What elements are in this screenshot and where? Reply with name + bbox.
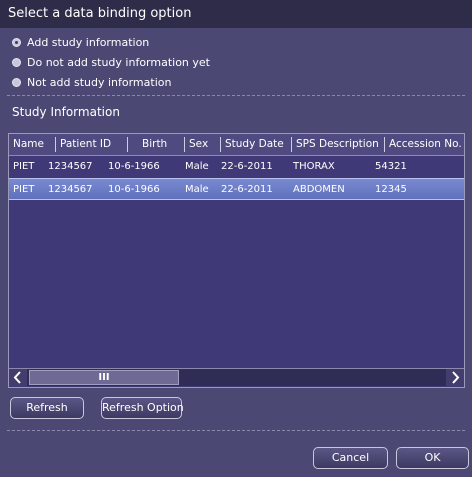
cell-birth: 10-6-1966 bbox=[108, 161, 160, 172]
study-table: Name Patient ID Birth Sex Study Date SPS… bbox=[8, 133, 465, 388]
column-header-accession-no[interactable]: Accession No. bbox=[385, 134, 464, 155]
cell-accession-no: 54321 bbox=[375, 161, 407, 172]
scrollbar-thumb[interactable]: III bbox=[29, 370, 179, 385]
cell-sex: Male bbox=[185, 161, 209, 172]
cell-sps-description: THORAX bbox=[293, 161, 335, 172]
horizontal-scrollbar[interactable]: III bbox=[9, 368, 464, 386]
separator bbox=[7, 95, 465, 96]
radio-button[interactable] bbox=[12, 57, 21, 67]
option-label: Do not add study information yet bbox=[27, 55, 210, 69]
option-add-study-info[interactable]: Add study information bbox=[12, 32, 210, 52]
ok-button[interactable]: OK bbox=[396, 447, 469, 469]
dialog-title: Select a data binding option bbox=[0, 0, 472, 28]
table-row[interactable]: PIET 1234567 10-6-1966 Male 22-6-2011 TH… bbox=[9, 156, 464, 178]
cell-study-date: 22-6-2011 bbox=[221, 184, 273, 195]
cell-accession-no: 12345 bbox=[375, 184, 407, 195]
table-header: Name Patient ID Birth Sex Study Date SPS… bbox=[9, 134, 464, 156]
table-row-selected[interactable]: PIET 1234567 10-6-1966 Male 22-6-2011 AB… bbox=[9, 178, 464, 200]
column-header-name[interactable]: Name bbox=[9, 134, 55, 155]
column-header-sex[interactable]: Sex bbox=[185, 134, 220, 155]
binding-options: Add study information Do not add study i… bbox=[12, 32, 210, 92]
separator bbox=[7, 430, 465, 431]
study-information-heading: Study Information bbox=[12, 105, 120, 119]
cell-sps-description: ABDOMEN bbox=[293, 184, 345, 195]
column-header-sps-description[interactable]: SPS Description bbox=[292, 134, 384, 155]
column-header-study-date[interactable]: Study Date bbox=[221, 134, 291, 155]
radio-button-selected[interactable] bbox=[12, 37, 21, 47]
chevron-left-icon[interactable] bbox=[9, 369, 27, 386]
option-label: Add study information bbox=[27, 35, 150, 49]
chevron-right-icon[interactable] bbox=[446, 369, 464, 386]
cancel-button[interactable]: Cancel bbox=[313, 447, 388, 469]
column-header-patient-id[interactable]: Patient ID bbox=[56, 134, 127, 155]
cell-sex: Male bbox=[185, 184, 209, 195]
refresh-button[interactable]: Refresh bbox=[10, 397, 84, 419]
column-header-birth[interactable]: Birth bbox=[128, 134, 184, 155]
refresh-option-button[interactable]: Refresh Option bbox=[101, 397, 184, 419]
data-binding-dialog: Select a data binding option Add study i… bbox=[0, 0, 472, 477]
option-label: Not add study information bbox=[27, 75, 172, 89]
cell-birth: 10-6-1966 bbox=[108, 184, 160, 195]
radio-button[interactable] bbox=[12, 77, 21, 87]
cell-study-date: 22-6-2011 bbox=[221, 161, 273, 172]
option-not-add-study-info[interactable]: Not add study information bbox=[12, 72, 210, 92]
option-do-not-add-yet[interactable]: Do not add study information yet bbox=[12, 52, 210, 72]
